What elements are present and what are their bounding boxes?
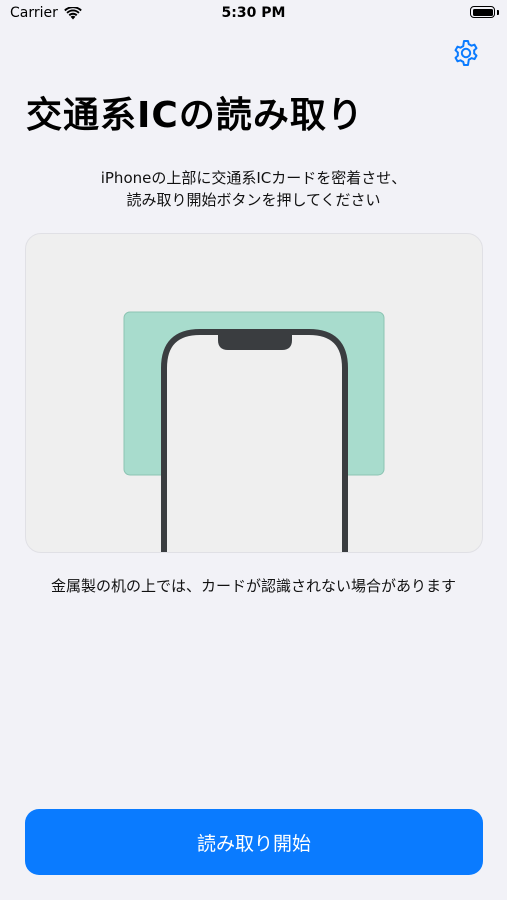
phone-body: [161, 329, 348, 552]
phone-notch: [218, 334, 292, 350]
status-time: 5:30 PM: [221, 5, 286, 21]
battery-icon: [470, 6, 495, 18]
phone-card-image: [123, 311, 385, 552]
status-bar: Carrier 5:30 PM: [0, 0, 507, 30]
page-title: 交通系ICの読み取り: [26, 95, 364, 136]
instruction-text: iPhoneの上部に交通系ICカードを密着させ、 読み取り開始ボタンを押してくだ…: [0, 167, 507, 211]
battery-level: [472, 8, 493, 16]
battery-tip: [497, 10, 499, 15]
start-reading-button[interactable]: 読み取り開始: [25, 809, 483, 875]
gear-icon[interactable]: [451, 38, 481, 68]
metal-desk-warning: 金属製の机の上では、カードが認識されない場合があります: [50, 577, 456, 595]
instruction-line-1: iPhoneの上部に交通系ICカードを密着させ、: [100, 169, 407, 187]
card-placement-illustration: [25, 233, 483, 553]
instruction-line-2: 読み取り開始ボタンを押してください: [126, 191, 381, 209]
